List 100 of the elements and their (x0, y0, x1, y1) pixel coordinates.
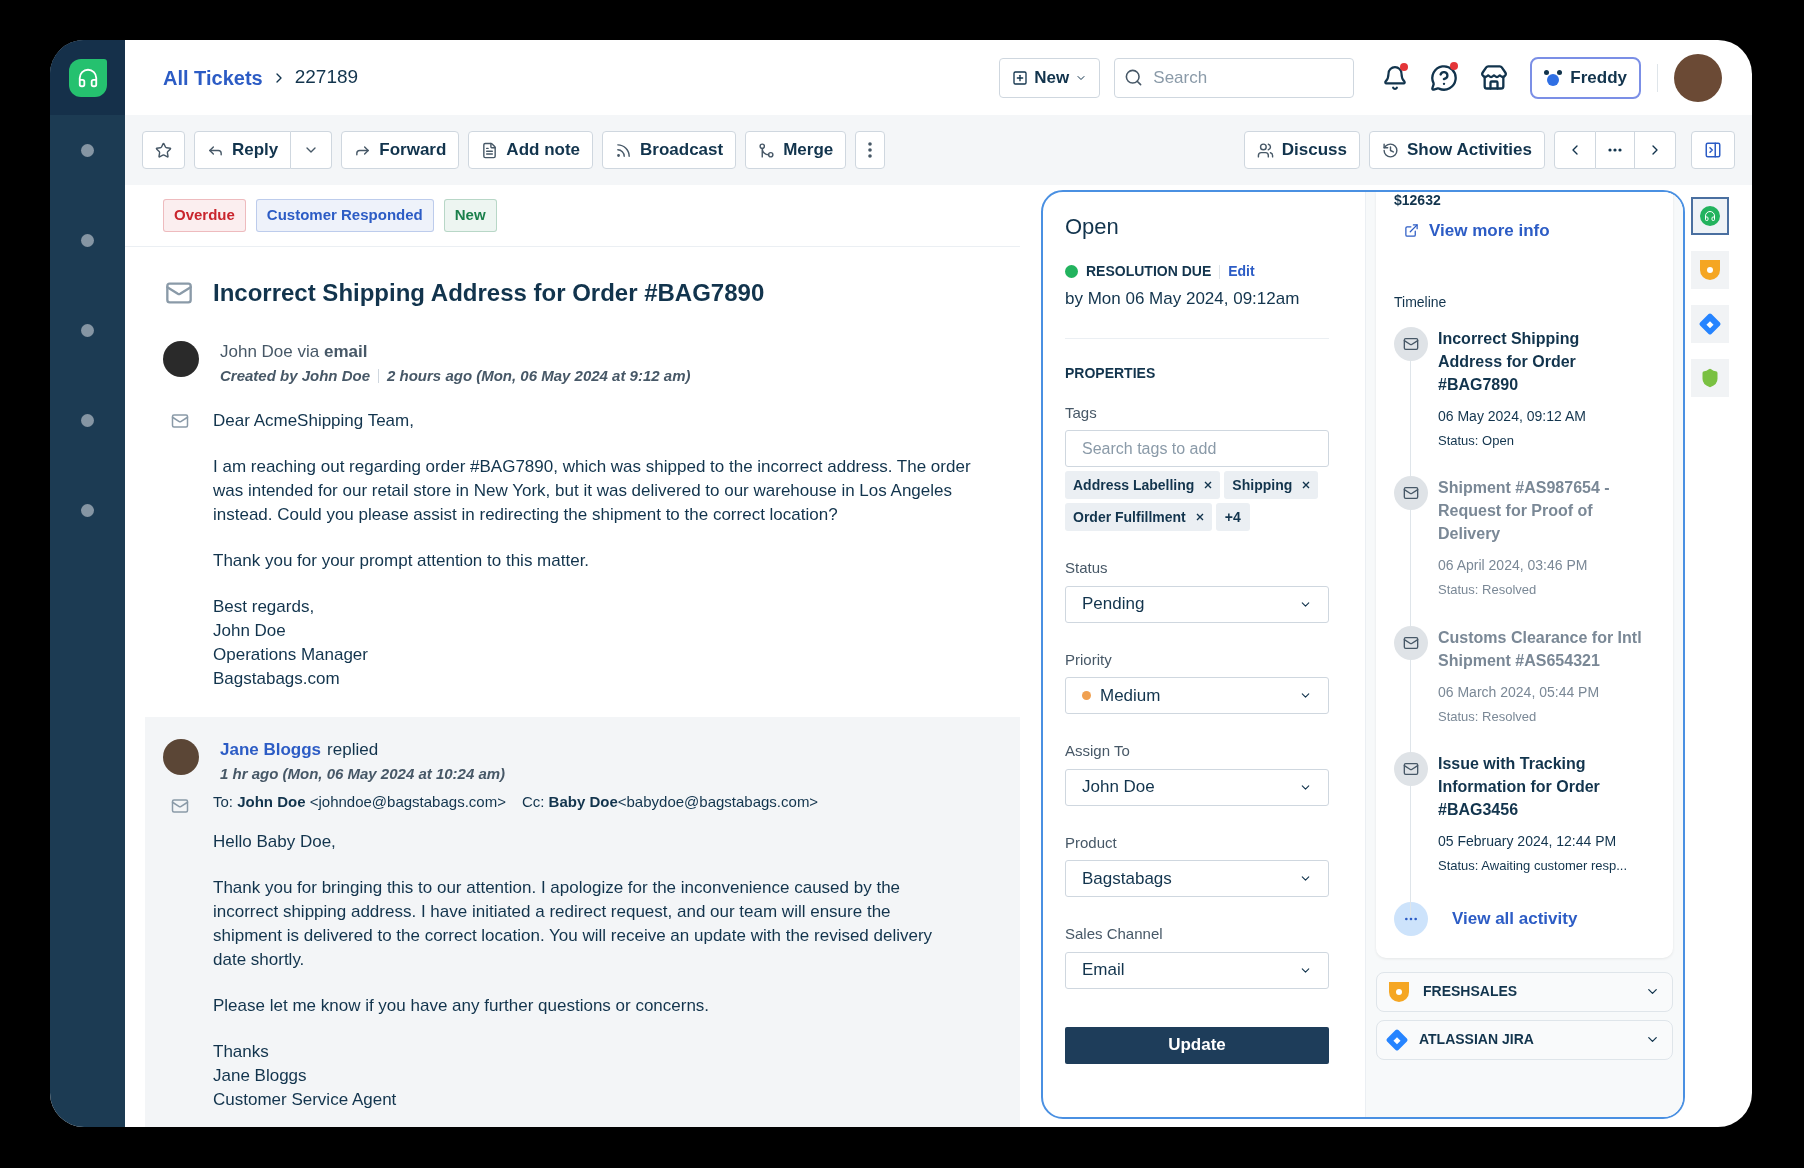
timeline-status: Status: Open (1438, 431, 1515, 450)
remove-icon[interactable] (1302, 481, 1311, 489)
timeline-title[interactable]: Customs Clearance for Intl Shipment #AS654321 (1438, 625, 1643, 672)
message-text: Dear AcmeShipping Team, (213, 410, 415, 432)
message-text: Operations Manager (213, 644, 369, 666)
mail-icon (170, 797, 190, 815)
breadcrumb-link[interactable]: All Tickets (163, 62, 263, 93)
panel-toggle-button[interactable] (1691, 131, 1735, 169)
forward-button[interactable]: Forward (341, 131, 460, 169)
message-text: Thank you for your prompt attention to this matter. (213, 550, 591, 572)
discuss-button[interactable]: Discuss (1243, 131, 1360, 169)
bell-icon[interactable] (1382, 64, 1409, 91)
search-field[interactable]: Search (1114, 57, 1355, 98)
message-text: Hello Baby Doe, (213, 830, 337, 853)
timeline-date: 06 April 2024, 03:46 PM (1438, 556, 1589, 575)
ticket-title: Incorrect Shipping Address for Order #BAG7890 (213, 278, 765, 308)
tag-chip: Address Labelling (1065, 471, 1221, 499)
amount-text: $12632 (1394, 192, 1442, 208)
new-button[interactable]: New (999, 57, 1101, 98)
store-icon[interactable] (1480, 63, 1509, 92)
more-button[interactable] (855, 131, 886, 169)
avatar[interactable] (1674, 53, 1722, 102)
note-button[interactable]: Add note (468, 131, 593, 169)
ticket-number: 227189 (294, 65, 359, 90)
badge-icon (1700, 260, 1720, 280)
shield-icon (1700, 368, 1720, 388)
message-text: Jane Bloggs (213, 1064, 308, 1087)
app-button[interactable] (1691, 305, 1729, 343)
reply-button[interactable]: Reply (194, 131, 292, 169)
integration-accordion[interactable]: FRESHSALES (1376, 971, 1673, 1012)
view-more-link[interactable]: View more info (1404, 218, 1655, 244)
remove-icon[interactable] (1204, 481, 1213, 489)
broadcast-button[interactable]: Broadcast (602, 131, 737, 169)
timeline-status: Status: Resolved (1438, 581, 1538, 599)
timeline-status: Status: Resolved (1438, 707, 1538, 726)
avatar (163, 341, 199, 377)
app-button[interactable] (1691, 197, 1729, 235)
edit-link[interactable]: Edit (1228, 261, 1255, 282)
tag-chip: Order Fulfillment (1065, 503, 1212, 531)
timeline-title[interactable]: Incorrect Shipping Address for Order #BAG7890 (1438, 326, 1643, 396)
author-link[interactable]: Jane Bloggs (220, 737, 322, 763)
field-label: Product (1065, 832, 1118, 853)
view-all-link[interactable]: View all activity (1452, 905, 1578, 932)
field-label: Sales Channel (1065, 924, 1164, 944)
dropdown-field[interactable]: Medium (1065, 677, 1329, 714)
timestamp: 2 hours ago (Mon, 06 May 2024 at 9:12 am) (387, 365, 691, 386)
badge-icon (1389, 981, 1409, 1002)
sender-line: John Doe via email (220, 341, 369, 363)
message-text: John Doe (213, 620, 287, 642)
search-icon (1124, 67, 1144, 87)
avatar (163, 739, 199, 775)
field-label: Status (1065, 558, 1109, 578)
history-icon (1382, 141, 1399, 159)
tags-search-field[interactable]: Search tags to add (1065, 430, 1329, 467)
message-text: Thanks (213, 1040, 270, 1063)
freddy-button[interactable]: Freddy (1530, 56, 1641, 99)
message-text: I am reaching out regarding order #BAG7890, which was shipped to the incorrect address. The order was intended for our retail store in New York, but it was delivered to our warehouse in Los Angeles instead. Could you please assist in redirecting the shipment to the correct location? (213, 456, 972, 526)
mail-icon (170, 412, 190, 430)
merge-button[interactable]: Merge (745, 131, 847, 169)
dropdown-field[interactable]: John Doe (1065, 768, 1329, 806)
created-by-text: Created by John Doe (220, 365, 371, 386)
message-text: Please let me know if you have any further questions or concerns. (213, 994, 711, 1017)
star-icon (155, 141, 172, 159)
help-icon[interactable] (1430, 63, 1459, 92)
logo-icon[interactable] (68, 58, 107, 97)
timeline-date: 05 February 2024, 12:44 PM (1438, 832, 1618, 851)
people-icon (1256, 141, 1274, 159)
star-button[interactable] (142, 131, 185, 169)
resolution-label: RESOLUTION DUE (1086, 262, 1212, 281)
field-label: Priority (1065, 649, 1113, 670)
section-heading: PROPERTIES (1065, 363, 1157, 383)
dropdown-field[interactable]: Bagstabags (1065, 860, 1329, 897)
message-text: Bagstabags.com (213, 668, 341, 690)
remove-icon[interactable] (1195, 513, 1204, 521)
field-label: Assign To (1065, 741, 1131, 761)
more-tags-chip[interactable]: +4 (1215, 503, 1250, 531)
more-icon (868, 142, 873, 158)
timeline-heading: Timeline (1394, 292, 1448, 312)
timeline-date: 06 March 2024, 05:44 PM (1438, 682, 1601, 702)
dropdown-field[interactable]: Pending (1065, 585, 1329, 623)
message-text: Best regards, (213, 596, 316, 618)
cc-recipients: Cc: Baby Doe<babydoe@bagstabags.com> (521, 792, 819, 812)
headset-icon (1700, 206, 1720, 226)
to-recipients: To: John Doe <johndoe@bagstabags.com> (213, 792, 506, 812)
status-heading: Open (1065, 213, 1120, 241)
more-icon (1394, 901, 1428, 936)
dropdown-field[interactable]: Email (1065, 951, 1329, 989)
message-text: Customer Service Agent (213, 1088, 398, 1111)
status-tag: Overdue (163, 199, 246, 232)
plus-icon (1012, 69, 1029, 86)
message-text: Thank you for bringing this to our attention. I apologize for the inconvenience caused by the incorrect shipping address. I have initiated a redirect request, and our team will ensure the shipment is delivered to the correct location. You will receive an update with the revised delivery date shortly. (213, 876, 934, 971)
timeline-title[interactable]: Issue with Tracking Information for Order #BAG3456 (1438, 752, 1643, 821)
note-icon (481, 141, 499, 159)
update-button[interactable]: Update (1065, 1026, 1329, 1064)
panel-icon (1704, 141, 1722, 159)
timeline-title[interactable]: Shipment #AS987654 - Request for Proof of Delivery (1438, 476, 1643, 545)
integration-accordion[interactable]: ATLASSIAN JIRA (1376, 1019, 1673, 1060)
more-icon (1608, 148, 1622, 152)
timeline-date: 06 May 2024, 09:12 AM (1438, 406, 1587, 426)
activities-button[interactable]: Show Activities (1369, 131, 1545, 169)
